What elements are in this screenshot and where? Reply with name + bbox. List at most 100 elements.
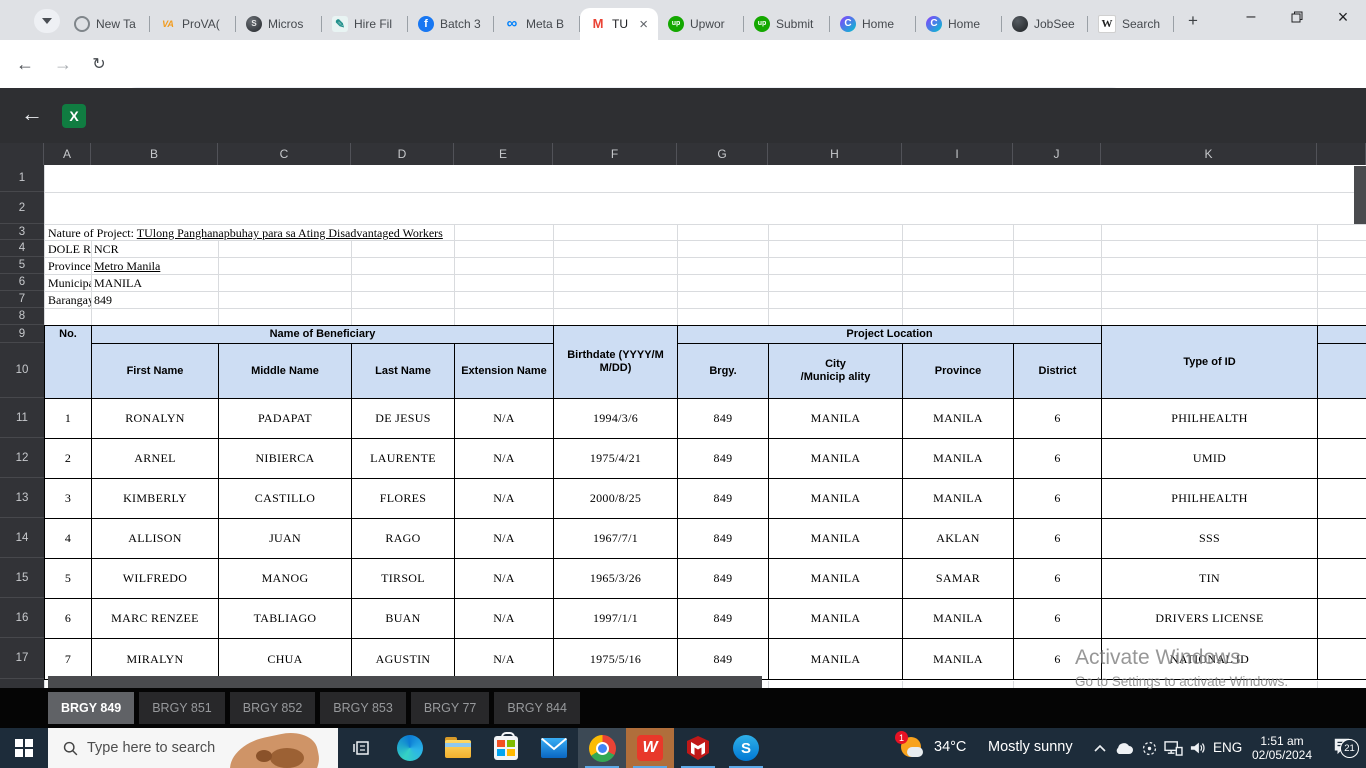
sheet-tab-brgy-844[interactable]: BRGY 844 [494,692,580,724]
reload-button[interactable]: ↻ [86,52,112,78]
window-close-button[interactable]: × [1320,0,1366,34]
tray-clock[interactable]: 1:51 am 02/05/2024 [1238,728,1326,768]
taskbar-app-skype[interactable]: S [722,728,770,768]
info-row-3: Nature of Project: TUlong Panghanapbuhay… [48,226,443,241]
windows-logo-icon [15,739,33,757]
horizontal-scrollbar-thumb[interactable] [48,676,762,688]
table-data-cell: DE JESUS [351,398,455,439]
info-label-row-7: Barangay [48,293,91,307]
row-header-5[interactable]: 5 [0,257,44,274]
row-header-9[interactable]: 9 [0,325,44,343]
table-data-cell: MANILA [902,438,1014,479]
tray-update-icon[interactable] [1137,728,1161,768]
tray-network-icon[interactable] [1161,728,1185,768]
column-header-F[interactable]: F [553,143,677,165]
column-header-J[interactable]: J [1013,143,1101,165]
browser-tab-13[interactable]: W Search [1088,8,1174,40]
window-restore-button[interactable] [1274,0,1320,34]
column-header-D[interactable]: D [351,143,454,165]
row-header-6[interactable]: 6 [0,274,44,291]
table-data-cell: N/A [454,518,554,559]
row-header-1[interactable]: 1 [0,165,44,192]
search-box-photo-shadow [270,748,304,768]
taskbar-app-chrome[interactable] [578,728,626,768]
column-header-H[interactable]: H [768,143,902,165]
tab-search-button[interactable] [34,9,60,33]
taskbar-search-box[interactable]: Type here to search [48,728,338,768]
taskbar-app-wps[interactable]: W [626,728,674,768]
taskbar-app-explorer[interactable] [434,728,482,768]
browser-tab-8[interactable]: up Upwor [658,8,744,40]
row-header-2[interactable]: 2 [0,192,44,224]
taskbar-app-store[interactable] [482,728,530,768]
row-header-11[interactable]: 11 [0,398,44,438]
row-header-3[interactable]: 3 [0,224,44,240]
column-header-C[interactable]: C [218,143,351,165]
browser-tab-6[interactable]: ∞ Meta B [494,8,580,40]
row-header-4[interactable]: 4 [0,240,44,257]
taskbar-app-mail[interactable] [530,728,578,768]
viewer-back-icon[interactable]: ← [18,100,46,128]
weather-temp[interactable]: 34°C [934,739,966,755]
browser-tab-1[interactable]: New Ta [64,8,150,40]
browser-tab-12[interactable]: JobSee [1002,8,1088,40]
gridline-h [44,274,1366,275]
skype-icon: S [733,735,759,761]
row-header-13[interactable]: 13 [0,478,44,518]
table-data-cell: MIRALYN [91,638,219,680]
row-header-8[interactable]: 8 [0,308,44,325]
back-button[interactable]: ← [12,52,38,78]
browser-tab-4[interactable]: ✎ Hire Fil [322,8,408,40]
table-data-cell: 1 [44,398,92,439]
table-data-cell: PHILHEALTH [1101,478,1318,519]
screen: New Ta VA ProVA(S Micros ✎ Hire Fil f Batch 3 ∞ M… [0,0,1366,768]
table-data-cell: MANILA [902,598,1014,639]
taskbar-app-mcafee[interactable] [674,728,722,768]
column-header-K[interactable]: K [1101,143,1317,165]
sheet-tab-brgy-77[interactable]: BRGY 77 [410,692,490,724]
sheet-tab-brgy-849[interactable]: BRGY 849 [48,692,135,724]
row-header-10[interactable]: 10 [0,343,44,398]
weather-condition[interactable]: Mostly sunny [988,739,1073,755]
sheet-tab-brgy-853[interactable]: BRGY 853 [320,692,406,724]
browser-tab-11[interactable]: C Home [916,8,1002,40]
row-header-12[interactable]: 12 [0,438,44,478]
taskbar-app-edge[interactable] [386,728,434,768]
row-header-14[interactable]: 14 [0,518,44,558]
notification-center-icon[interactable]: 21 [1328,728,1359,768]
row-header-15[interactable]: 15 [0,558,44,598]
task-view-button[interactable] [338,728,386,768]
tray-volume-icon[interactable] [1186,728,1210,768]
table-header-cell: District [1013,343,1102,399]
browser-tab-9[interactable]: up Submit [744,8,830,40]
info-label-row-5: Province: [48,259,91,273]
column-header-I[interactable]: I [902,143,1013,165]
browser-tab-10[interactable]: C Home [830,8,916,40]
new-tab-button[interactable]: + [1182,10,1204,32]
window-minimize-button[interactable]: – [1228,0,1274,34]
file-explorer-icon [445,737,471,759]
weather-icon[interactable]: 1 [895,728,929,768]
sheet-tab-brgy-851[interactable]: BRGY 851 [139,692,225,724]
row-header-16[interactable]: 16 [0,598,44,638]
forward-button[interactable]: → [50,52,76,78]
row-header-17[interactable]: 17 [0,638,44,679]
start-button[interactable] [0,728,48,768]
row-header-7[interactable]: 7 [0,291,44,308]
tray-chevron-up-icon[interactable] [1088,728,1112,768]
facebook-favicon-icon: f [418,16,434,32]
sheet-tab-brgy-852[interactable]: BRGY 852 [229,692,316,724]
browser-tab-3[interactable]: S Micros [236,8,322,40]
browser-tab-7[interactable]: M TU × [580,8,658,40]
tray-onedrive-cloud-icon[interactable] [1112,728,1136,768]
column-header-B[interactable]: B [91,143,218,165]
tab-close-icon[interactable]: × [639,16,648,33]
vertical-scrollbar-thumb[interactable] [1354,166,1366,224]
column-header-E[interactable]: E [454,143,553,165]
tab-label: Micros [268,17,304,31]
spreadsheet-viewport[interactable]: A B C D E F G H I J K 1 2 3 4 5 6 7 8 9 10 11 12 13 14 15 16 17 Nat… [0,143,1366,692]
column-header-A[interactable]: A [44,143,91,165]
browser-tab-5[interactable]: f Batch 3 [408,8,494,40]
browser-tab-2[interactable]: VA ProVA( [150,8,236,40]
column-header-G[interactable]: G [677,143,768,165]
